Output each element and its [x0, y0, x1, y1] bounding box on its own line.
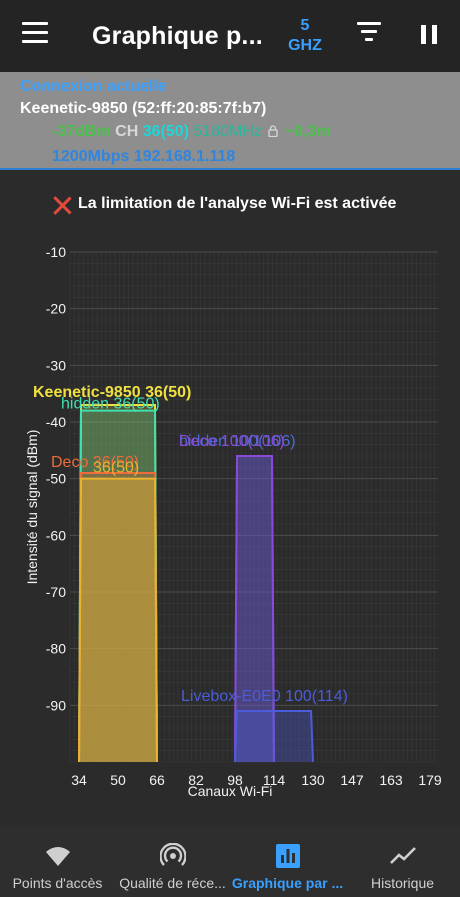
y-axis-title: Intensité du signal (dBm): [24, 430, 40, 585]
band-toggle-button[interactable]: 5 GHZ: [284, 16, 326, 56]
y-tick-label: -30: [46, 357, 66, 373]
band-number: 5: [300, 17, 310, 34]
nav-item-history[interactable]: Historique: [345, 825, 460, 897]
trend-line-icon: [389, 847, 416, 864]
nav-item-channel-graph[interactable]: Graphique par ...: [230, 825, 345, 897]
x-tick-label: 147: [340, 772, 364, 788]
nav-item-signal-quality[interactable]: Qualité de réce...: [115, 825, 230, 897]
wifi-icon: [45, 847, 70, 866]
network-area: [234, 710, 314, 763]
nav-label: Graphique par ...: [231, 875, 344, 891]
channel-graph: -10-20-30-40-50-60-70-80-9034 50 66 82 98 114…: [24, 244, 442, 799]
y-tick-label: -10: [46, 244, 66, 260]
bottom-navigation: Points d'accès Qualité de réce... Graphi…: [0, 825, 460, 897]
y-tick-label: -70: [46, 584, 66, 600]
connection-header: Connexion actuelle: [20, 78, 167, 95]
connection-details: -37dBm CH 36(50) 5180MHz ~0,3m: [52, 123, 331, 141]
y-tick-label: -40: [46, 414, 66, 430]
network-label: Livebox-E0E0 100(114): [181, 688, 348, 705]
network-label: hidden 36(50): [61, 396, 160, 413]
menu-icon[interactable]: [22, 22, 48, 48]
connection-speed-ip: 1200Mbps 192.168.1.118: [52, 148, 236, 165]
filter-icon[interactable]: [356, 22, 382, 48]
x-tick-label: 179: [418, 772, 442, 788]
pause-icon[interactable]: [419, 25, 441, 47]
signal-strength: -37dBm: [52, 123, 111, 140]
channel-label: CH: [115, 123, 139, 140]
current-connection-panel: Connexion actuelle Keenetic-9850 (52:ff:…: [0, 72, 460, 170]
warning-text: La limitation de l'analyse Wi-Fi est act…: [78, 195, 397, 212]
network-label: Deco 100(106): [179, 433, 285, 450]
y-tick-label: -90: [46, 697, 66, 713]
connection-ssid: Keenetic-9850 (52:ff:20:85:7f:b7): [20, 100, 267, 117]
nav-label: Historique: [370, 875, 435, 891]
signal-rings-icon: [159, 843, 186, 866]
x-tick-label: 34: [71, 772, 87, 788]
nav-label: Points d'accès: [12, 875, 103, 891]
x-axis-title: Canaux Wi-Fi: [188, 783, 273, 799]
nav-item-access-points[interactable]: Points d'accès: [0, 825, 115, 897]
y-tick-label: -60: [46, 527, 66, 543]
y-tick-label: -50: [46, 471, 66, 487]
frequency-value: 5180MHz: [193, 123, 262, 140]
y-tick-label: -20: [46, 301, 66, 317]
close-red-icon: [52, 195, 72, 215]
lock-icon: [268, 124, 278, 138]
bar-chart-icon: [275, 844, 300, 868]
x-tick-label: 50: [110, 772, 126, 788]
x-tick-label: 163: [379, 772, 403, 788]
top-app-bar: Graphique p... 5 GHZ: [0, 0, 460, 72]
page-title: Graphique p...: [92, 22, 263, 50]
band-unit: GHZ: [288, 37, 322, 54]
connection-divider: [0, 168, 460, 170]
network-label: 36(50): [93, 460, 139, 477]
x-tick-label: 66: [149, 772, 165, 788]
y-tick-label: -80: [46, 641, 66, 657]
network-area: [78, 477, 158, 763]
channel-value: 36(50): [142, 123, 189, 140]
nav-label: Qualité de réce...: [119, 875, 226, 891]
distance-value: ~0,3m: [284, 123, 331, 140]
x-tick-label: 130: [301, 772, 325, 788]
